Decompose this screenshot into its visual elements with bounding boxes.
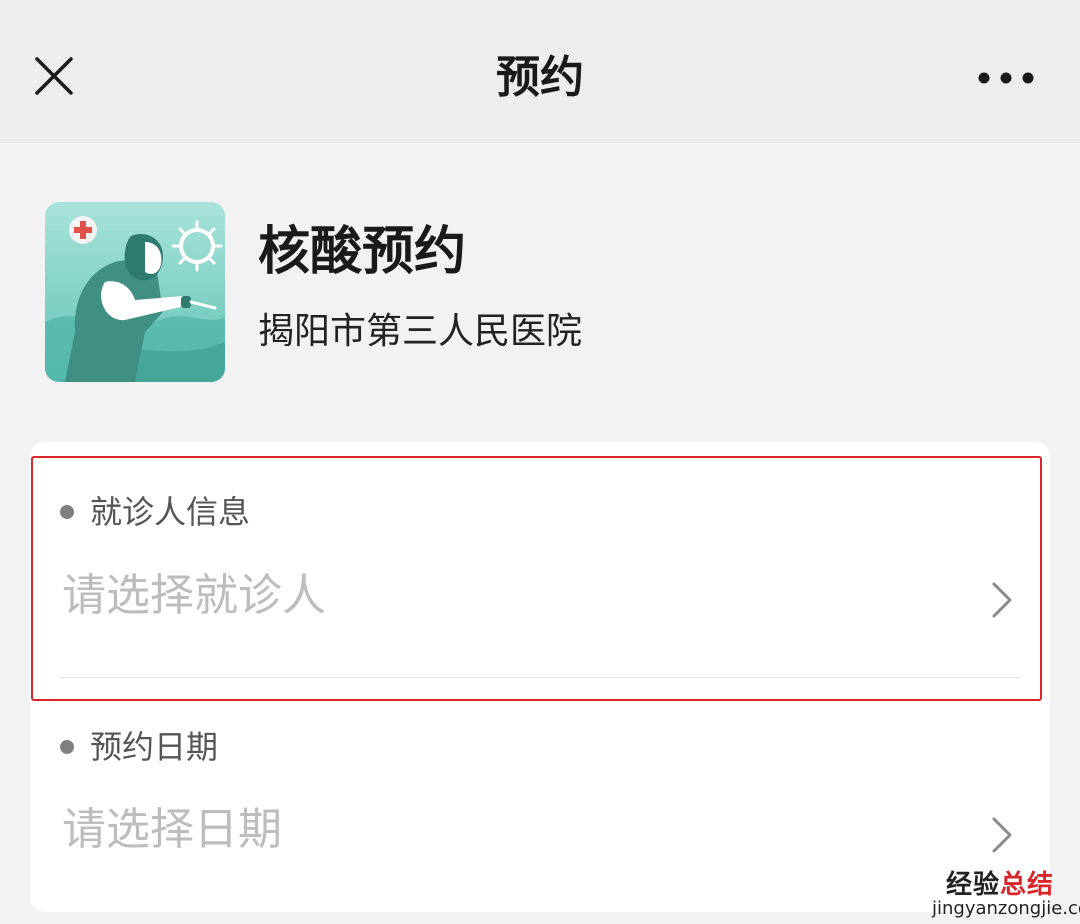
chevron-right-icon[interactable] [988, 813, 1016, 857]
more-dots-icon[interactable] [968, 56, 1044, 100]
watermark-logo: 经验总结 [946, 870, 1054, 900]
page-title: 预约 [496, 52, 584, 103]
nucleic-test-illustration-icon [45, 202, 225, 382]
select-date-field[interactable]: 请选择日期 [62, 804, 282, 856]
app-name: 核酸预约 [258, 222, 467, 282]
watermark-text: 经验 [946, 870, 1001, 900]
hospital-name: 揭阳市第三人民医院 [258, 311, 583, 352]
select-patient-field[interactable]: 请选择就诊人 [62, 570, 326, 622]
divider [60, 677, 1020, 678]
chevron-right-icon[interactable] [988, 578, 1016, 622]
patient-info-label: 就诊人信息 [90, 493, 251, 531]
bullet-dot [60, 505, 74, 519]
watermark-text-accent: 总结 [1000, 870, 1055, 900]
appointment-date-label: 预约日期 [90, 728, 219, 766]
watermark-url: jingyanzongjie.com [932, 898, 1080, 919]
navigation-bar: 预约 [0, 0, 1080, 143]
bullet-dot [60, 740, 74, 754]
